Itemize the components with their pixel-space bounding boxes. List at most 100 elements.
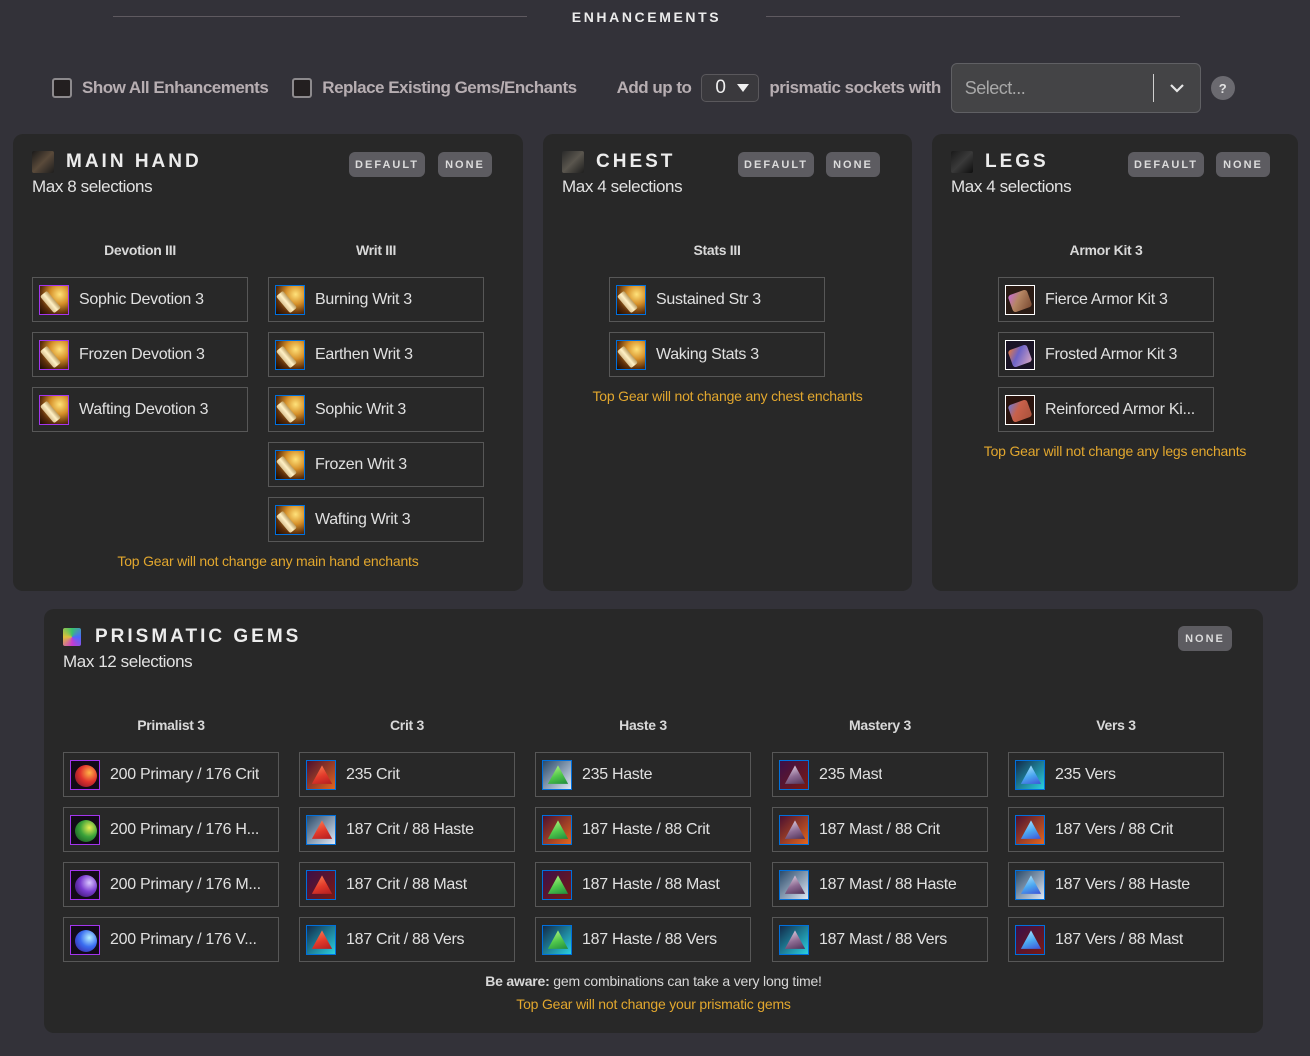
enchant-item[interactable]: Earthen Writ 3 <box>268 332 484 377</box>
socket-count-value: 0 <box>715 77 726 98</box>
column-header: Devotion III <box>104 242 176 258</box>
enchant-item[interactable]: Fierce Armor Kit 3 <box>998 277 1214 322</box>
gem-item[interactable]: 235 Haste <box>535 752 751 797</box>
main-hand-title: MAIN HAND <box>66 151 202 172</box>
gem-label: 187 Crit / 88 Mast <box>346 875 467 893</box>
gem-item[interactable]: 200 Primary / 176 V... <box>63 917 279 962</box>
prismatic-gems-icon <box>63 628 81 646</box>
default-button[interactable]: DEFAULT <box>1128 152 1204 177</box>
legs-panel: LEGS Max 4 selections DEFAULT NONE Armor… <box>932 134 1298 591</box>
checkbox-box[interactable] <box>292 78 313 98</box>
legs-note: Top Gear will not change any legs enchan… <box>983 443 1247 459</box>
gems-title: PRISMATIC GEMS <box>95 626 302 647</box>
gem-label: 187 Haste / 88 Vers <box>582 930 717 948</box>
max-selections: Max 8 selections <box>32 177 153 196</box>
enchant-item[interactable]: Sophic Devotion 3 <box>32 277 248 322</box>
gem-item[interactable]: 187 Crit / 88 Haste <box>299 807 515 852</box>
none-button[interactable]: NONE <box>1178 626 1232 651</box>
prismatic-gems-panel: PRISMATIC GEMS Max 12 selections NONE Pr… <box>44 609 1263 1033</box>
gem-item[interactable]: 187 Haste / 88 Crit <box>535 807 751 852</box>
gem-item[interactable]: 187 Mast / 88 Haste <box>772 862 988 907</box>
enchant-column-devotion: Devotion III Sophic Devotion 3 Frozen De… <box>32 242 248 442</box>
gem-item[interactable]: 187 Crit / 88 Mast <box>299 862 515 907</box>
enchant-label: Wafting Devotion 3 <box>79 400 209 418</box>
enchant-label: Sophic Writ 3 <box>315 400 406 418</box>
gem-icon <box>70 759 100 790</box>
default-button[interactable]: DEFAULT <box>738 152 814 177</box>
gem-column-vers: Vers 3 235 Vers 187 Vers / 88 Crit 187 V… <box>1008 717 1224 972</box>
gem-item[interactable]: 235 Mast <box>772 752 988 797</box>
column-header: Mastery 3 <box>849 717 911 733</box>
sockets-with-label: prismatic sockets with <box>769 78 941 97</box>
gem-item[interactable]: 200 Primary / 176 Crit <box>63 752 279 797</box>
enchant-item[interactable]: Frozen Devotion 3 <box>32 332 248 377</box>
enchant-item[interactable]: Wafting Writ 3 <box>268 497 484 542</box>
enchant-item[interactable]: Waking Stats 3 <box>609 332 825 377</box>
legs-title: LEGS <box>985 151 1049 172</box>
help-icon[interactable]: ? <box>1210 76 1235 100</box>
gems-note: Top Gear will not change your prismatic … <box>516 996 791 1012</box>
enchant-item[interactable]: Frosted Armor Kit 3 <box>998 332 1214 377</box>
gem-select-placeholder: Select... <box>964 77 1026 98</box>
enchant-column-writ: Writ III Burning Writ 3 Earthen Writ 3 S… <box>268 242 484 552</box>
gem-item[interactable]: 187 Vers / 88 Haste <box>1008 862 1224 907</box>
socket-count-select[interactable]: 0 <box>701 74 760 102</box>
gem-item[interactable]: 235 Vers <box>1008 752 1224 797</box>
caret-down-icon <box>737 84 750 92</box>
none-button[interactable]: NONE <box>438 152 492 177</box>
none-button[interactable]: NONE <box>1216 152 1270 177</box>
gem-item[interactable]: 187 Haste / 88 Vers <box>535 917 751 962</box>
gem-item[interactable]: 200 Primary / 176 H... <box>63 807 279 852</box>
options-row: Show All Enhancements Replace Existing G… <box>52 62 1235 114</box>
armor-kit-icon <box>1005 339 1035 370</box>
replace-existing-label: Replace Existing Gems/Enchants <box>322 78 577 97</box>
gem-item[interactable]: 187 Mast / 88 Vers <box>772 917 988 962</box>
gem-label: 187 Haste / 88 Mast <box>582 875 720 893</box>
gem-label: 200 Primary / 176 H... <box>110 820 260 838</box>
gem-item[interactable]: 187 Haste / 88 Mast <box>535 862 751 907</box>
gem-icon <box>779 759 809 790</box>
enchant-label: Earthen Writ 3 <box>315 345 413 363</box>
gem-icon <box>1015 924 1045 955</box>
gem-icon <box>306 759 336 790</box>
enchant-item[interactable]: Reinforced Armor Ki... <box>998 387 1214 432</box>
gem-icon <box>70 869 100 900</box>
legs-armor-icon <box>951 151 973 173</box>
enchant-label: Wafting Writ 3 <box>315 510 411 528</box>
sword-icon <box>32 151 54 173</box>
gem-label: 187 Mast / 88 Crit <box>819 820 940 838</box>
gem-item[interactable]: 187 Mast / 88 Crit <box>772 807 988 852</box>
column-header: Writ III <box>355 242 397 258</box>
gem-item[interactable]: 187 Vers / 88 Crit <box>1008 807 1224 852</box>
enchant-column-stats: Stats III Sustained Str 3 Waking Stats 3 <box>609 242 825 387</box>
gem-select[interactable]: Select... <box>950 63 1201 113</box>
enchant-item[interactable]: Wafting Devotion 3 <box>32 387 248 432</box>
enchant-item[interactable]: Frozen Writ 3 <box>268 442 484 487</box>
enchant-scroll-icon <box>39 284 69 315</box>
replace-existing-checkbox[interactable]: Replace Existing Gems/Enchants <box>292 78 577 98</box>
enchant-scroll-icon <box>275 394 305 425</box>
default-button[interactable]: DEFAULT <box>349 152 425 177</box>
gem-item[interactable]: 200 Primary / 176 M... <box>63 862 279 907</box>
gem-item[interactable]: 187 Vers / 88 Mast <box>1008 917 1224 962</box>
enchant-scroll-icon <box>275 504 305 535</box>
gem-item[interactable]: 187 Crit / 88 Vers <box>299 917 515 962</box>
gem-icon <box>542 814 572 845</box>
enchant-scroll-icon <box>275 284 305 315</box>
enchant-label: Sophic Devotion 3 <box>79 290 204 308</box>
gem-label: 235 Haste <box>582 765 653 783</box>
none-button[interactable]: NONE <box>826 152 880 177</box>
gem-item[interactable]: 235 Crit <box>299 752 515 797</box>
gem-column-mastery: Mastery 3 235 Mast 187 Mast / 88 Crit 18… <box>772 717 988 972</box>
enchant-item[interactable]: Sophic Writ 3 <box>268 387 484 432</box>
gem-warning: Be aware: gem combinations can take a ve… <box>44 973 1263 989</box>
chest-note: Top Gear will not change any chest encha… <box>592 388 863 404</box>
chevron-down-icon[interactable] <box>1154 83 1200 93</box>
enchant-item[interactable]: Sustained Str 3 <box>609 277 825 322</box>
gem-column-crit: Crit 3 235 Crit 187 Crit / 88 Haste 187 … <box>299 717 515 972</box>
show-all-enhancements-checkbox[interactable]: Show All Enhancements <box>52 78 269 98</box>
enchant-item[interactable]: Burning Writ 3 <box>268 277 484 322</box>
checkbox-box[interactable] <box>52 78 72 98</box>
enchant-scroll-icon <box>275 339 305 370</box>
enchant-scroll-icon <box>39 339 69 370</box>
